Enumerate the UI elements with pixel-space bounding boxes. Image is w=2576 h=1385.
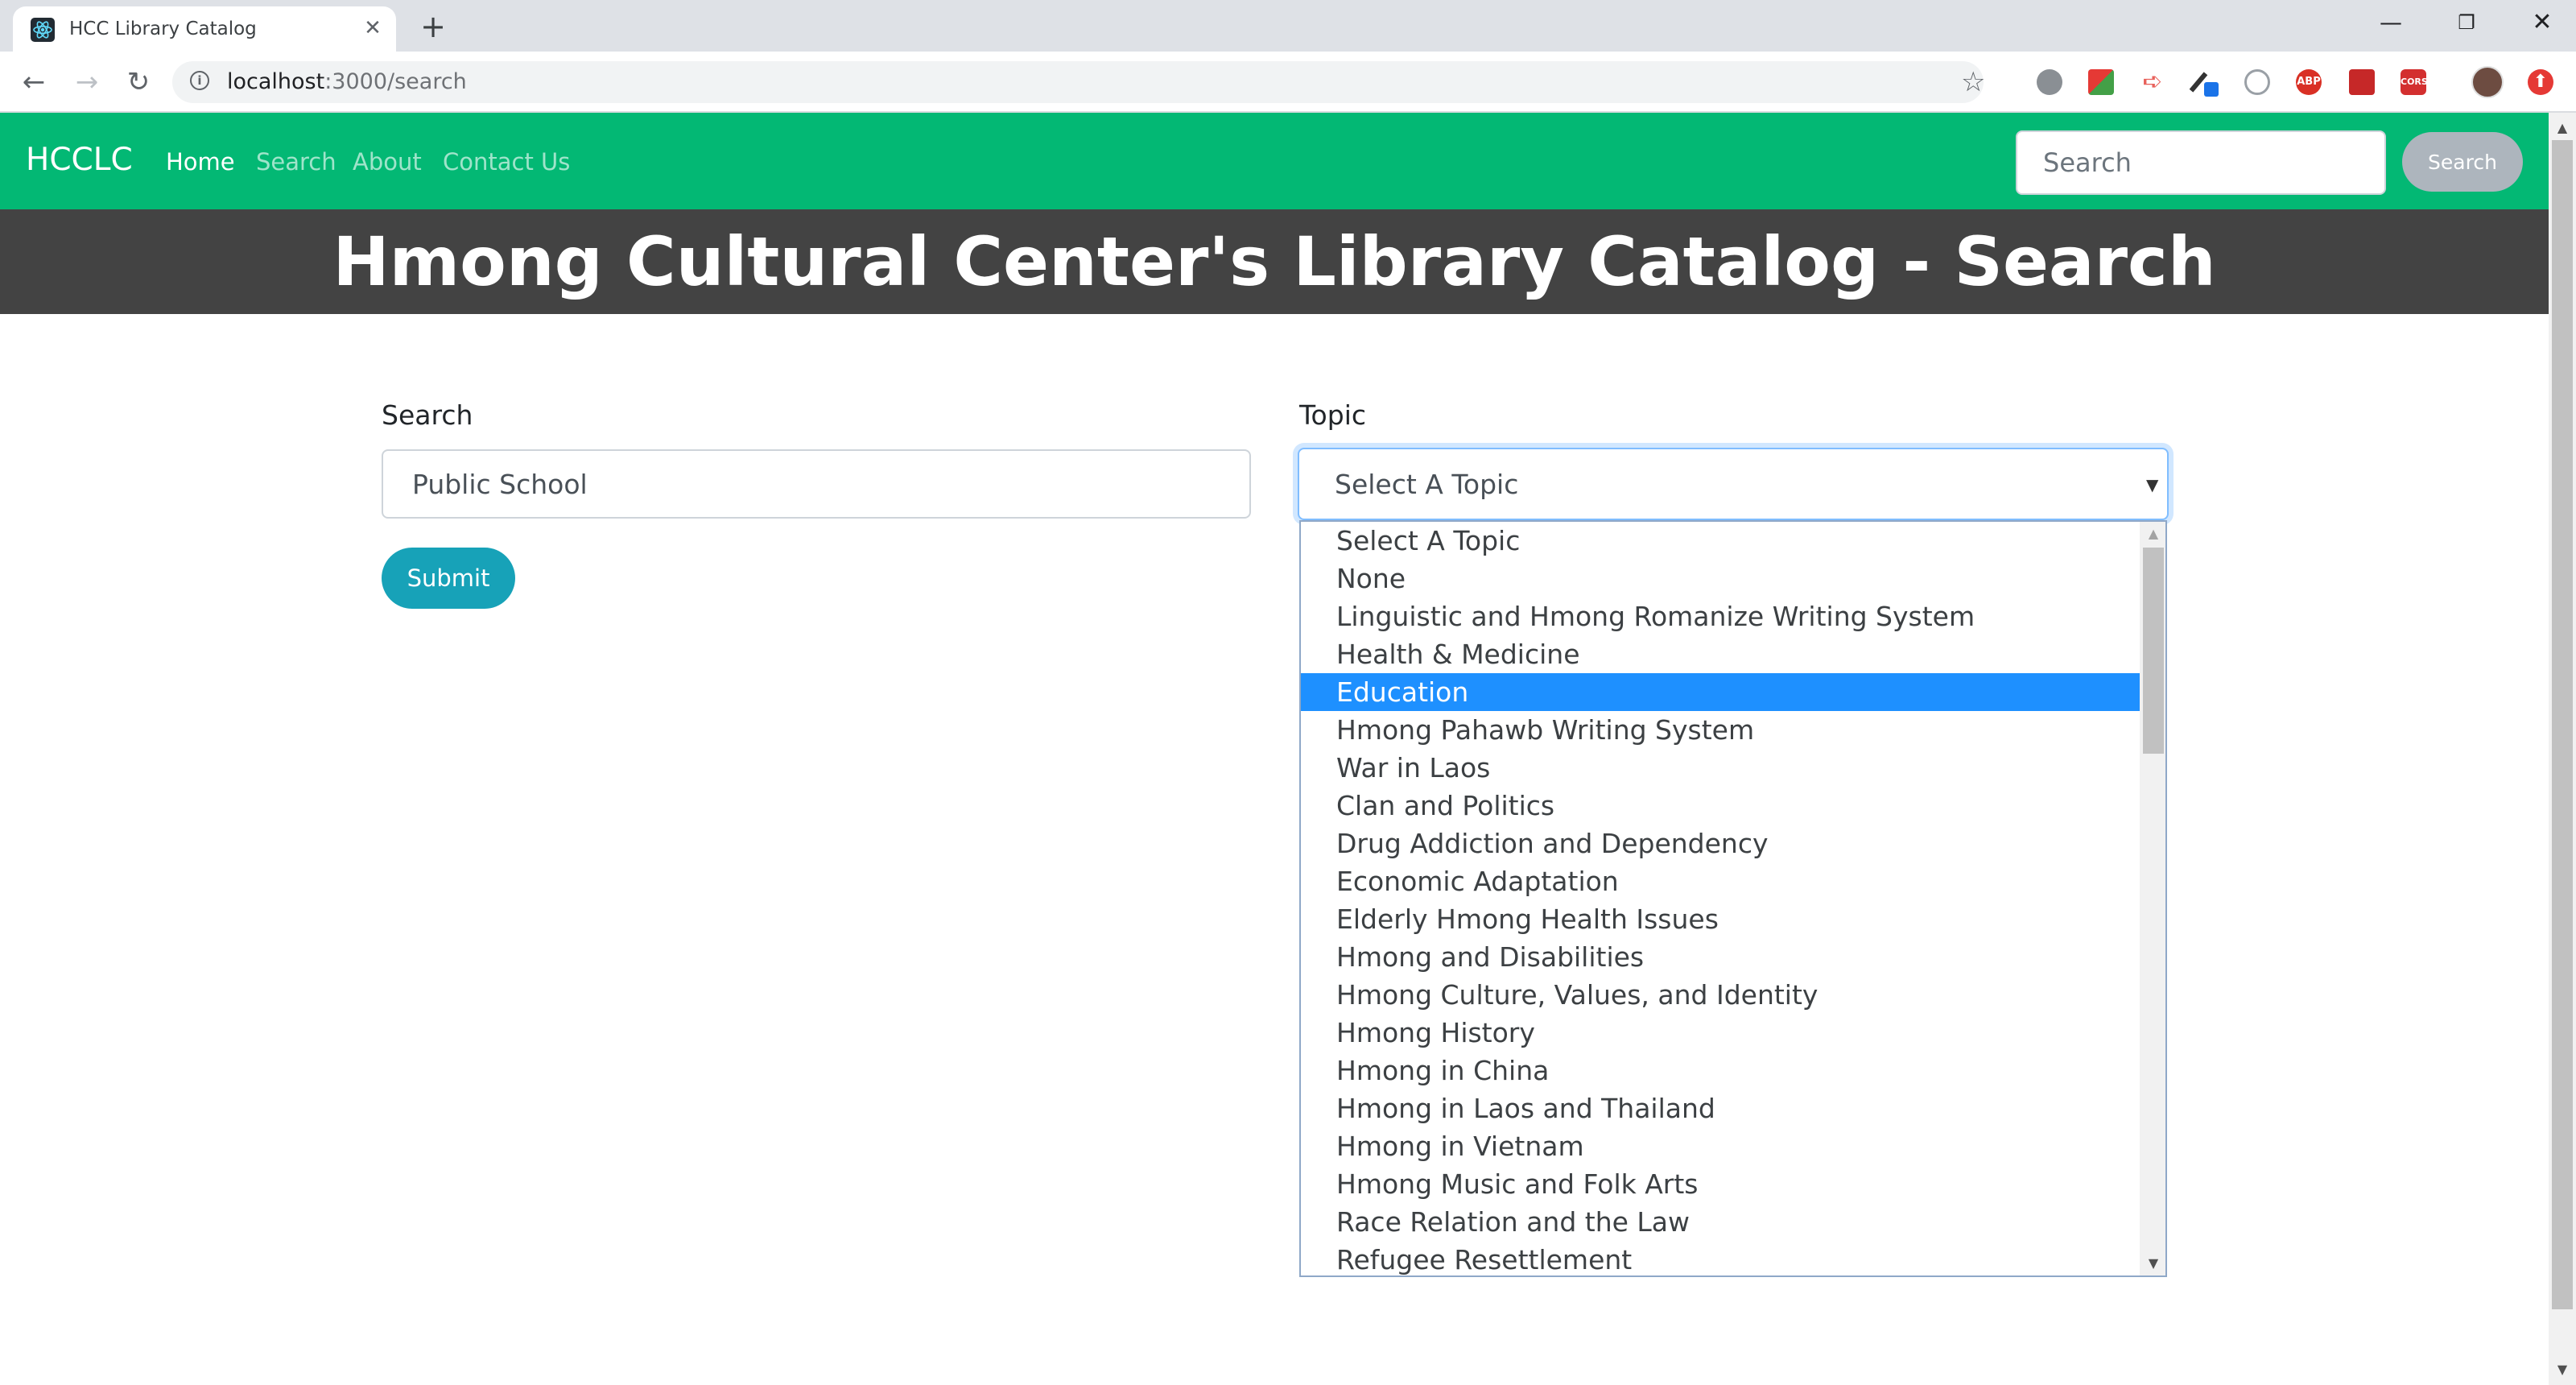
page-scroll-down-arrow-icon[interactable]: ▼	[2549, 1358, 2576, 1382]
submit-button[interactable]: Submit	[382, 548, 515, 609]
tab-close-icon[interactable]: ✕	[361, 16, 385, 40]
navbar-brand[interactable]: HCCLC	[26, 142, 133, 179]
topic-dropdown-list[interactable]: Select A Topic None Linguistic and Hmong…	[1299, 520, 2167, 1277]
topic-option[interactable]: Hmong Music and Folk Arts	[1301, 1165, 2140, 1203]
new-tab-icon[interactable]: +	[417, 11, 449, 43]
dropdown-scroll-thumb[interactable]	[2143, 548, 2164, 754]
url-host: localhost	[227, 69, 325, 94]
profile-avatar[interactable]	[2471, 66, 2504, 98]
dropdown-arrow-icon: ▼	[2146, 475, 2159, 494]
topic-select[interactable]: Select A Topic ▼	[1298, 448, 2169, 520]
pen-badge	[2204, 82, 2219, 97]
forward-arrow-icon[interactable]: →	[69, 64, 105, 100]
bookmark-star-icon[interactable]: ☆	[1961, 66, 1985, 98]
url-path: :3000/search	[324, 69, 467, 94]
nav-link-about[interactable]: About	[353, 148, 422, 176]
topic-option[interactable]: Refugee Resettlement	[1301, 1241, 2140, 1275]
update-icon[interactable]: ⬆	[2528, 69, 2553, 95]
topic-option[interactable]: Economic Adaptation	[1301, 862, 2140, 900]
scroll-up-arrow-icon[interactable]: ▲	[2140, 522, 2165, 546]
page-scroll-thumb[interactable]	[2552, 140, 2573, 1309]
url-text[interactable]: localhost:3000/search	[227, 70, 467, 94]
topic-option[interactable]: Health & Medicine	[1301, 635, 2140, 673]
topic-option[interactable]: Hmong in Laos and Thailand	[1301, 1089, 2140, 1127]
topic-option[interactable]: Hmong in China	[1301, 1052, 2140, 1089]
nav-link-search[interactable]: Search	[256, 148, 336, 176]
topic-label: Topic	[1299, 399, 1366, 431]
search-label: Search	[382, 399, 473, 431]
topic-option[interactable]: War in Laos	[1301, 749, 2140, 787]
scroll-down-arrow-icon[interactable]: ▼	[2140, 1251, 2165, 1275]
page-scroll-up-arrow-icon[interactable]: ▲	[2549, 116, 2576, 140]
navbar-search-input[interactable]	[2016, 130, 2386, 195]
browser-tab[interactable]: HCC Library Catalog ✕	[13, 6, 396, 52]
window-restore-icon[interactable]: ❐	[2442, 6, 2491, 39]
address-bar[interactable]: i localhost:3000/search ☆	[172, 61, 1985, 103]
topic-option[interactable]: Race Relation and the Law	[1301, 1203, 2140, 1241]
adblock-plus-icon[interactable]: ABP	[2296, 69, 2322, 95]
page-scrollbar[interactable]: ▲ ▼	[2549, 113, 2576, 1385]
browser-toolbar: ← → ↻ i localhost:3000/search ☆	[0, 52, 2576, 113]
topic-option[interactable]: Hmong and Disabilities	[1301, 938, 2140, 976]
topic-option[interactable]: Hmong Culture, Values, and Identity	[1301, 976, 2140, 1014]
browser-tab-strip: HCC Library Catalog ✕ + — ❐ ✕	[0, 0, 2576, 52]
extension-circle-icon[interactable]	[2244, 69, 2270, 95]
navbar-search-button[interactable]: Search	[2402, 132, 2523, 192]
extension-color-icon[interactable]	[2088, 69, 2114, 95]
site-navbar: HCCLC Home Search About Contact Us Searc…	[0, 113, 2549, 209]
topic-option[interactable]: Hmong History	[1301, 1014, 2140, 1052]
cors-extension-icon[interactable]: CORS	[2401, 69, 2428, 95]
extension-chat-icon[interactable]	[2037, 69, 2062, 95]
topic-option[interactable]: Hmong in Vietnam	[1301, 1127, 2140, 1165]
reload-icon[interactable]: ↻	[121, 64, 156, 100]
topic-option[interactable]: Linguistic and Hmong Romanize Writing Sy…	[1301, 597, 2140, 635]
react-favicon-icon	[31, 18, 55, 42]
topic-option[interactable]: Elderly Hmong Health Issues	[1301, 900, 2140, 938]
site-info-icon[interactable]: i	[190, 71, 209, 90]
page-title: Hmong Cultural Center's Library Catalog …	[332, 222, 2216, 301]
window-minimize-icon[interactable]: —	[2367, 6, 2415, 39]
topic-option-highlighted[interactable]: Education	[1301, 673, 2140, 711]
topic-option[interactable]: Clan and Politics	[1301, 787, 2140, 825]
extension-red-icon[interactable]	[2349, 69, 2375, 95]
topic-options: Select A Topic None Linguistic and Hmong…	[1301, 522, 2140, 1275]
dropdown-scrollbar[interactable]: ▲ ▼	[2140, 522, 2165, 1275]
extension-share-icon[interactable]: ➪	[2140, 69, 2165, 95]
search-input[interactable]	[382, 449, 1251, 519]
topic-option[interactable]: None	[1301, 560, 2140, 597]
nav-link-contact-us[interactable]: Contact Us	[443, 148, 570, 176]
window-close-icon[interactable]: ✕	[2518, 6, 2566, 39]
topic-option[interactable]: Drug Addiction and Dependency	[1301, 825, 2140, 862]
topic-select-value: Select A Topic	[1335, 469, 1519, 500]
nav-link-home[interactable]: Home	[166, 148, 235, 176]
extension-pen-icon[interactable]	[2189, 69, 2219, 97]
topic-option[interactable]: Hmong Pahawb Writing System	[1301, 711, 2140, 749]
tab-title: HCC Library Catalog	[69, 19, 257, 39]
back-arrow-icon[interactable]: ←	[16, 64, 52, 100]
page-header: Hmong Cultural Center's Library Catalog …	[0, 209, 2549, 314]
topic-option[interactable]: Select A Topic	[1301, 522, 2140, 560]
